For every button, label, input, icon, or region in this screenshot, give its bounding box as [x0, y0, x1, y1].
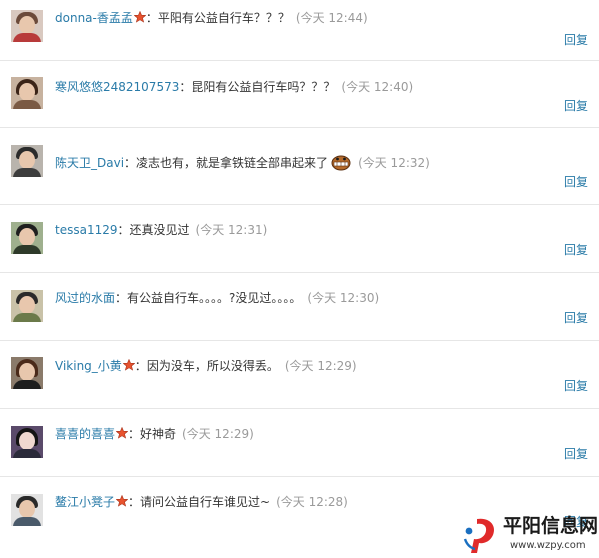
site-watermark-logo: 平阳信息网 www.wzpy.com	[463, 513, 599, 557]
username-link[interactable]: tessa1129	[55, 223, 117, 237]
comment-item: Viking_小黄 ：因为没车，所以没得丢。 (今天 12:29) 回复	[0, 341, 599, 409]
comment-item: 喜喜的喜喜 ：好神奇 (今天 12:29) 回复	[0, 409, 599, 477]
comment-time: (今天 12:29)	[182, 427, 254, 441]
username-link[interactable]: 陈天卫_Davi	[55, 156, 124, 170]
comment-text: 平阳有公益自行车？？？	[157, 11, 290, 25]
comment-item: tessa1129：还真没见过 (今天 12:31) 回复	[0, 205, 599, 273]
avatar[interactable]	[11, 494, 43, 526]
comment-text: 有公益自行车。。。。?没见过。。。。	[127, 291, 302, 305]
comment-text: 还真没见过	[129, 223, 190, 237]
comment-time: (今天 12:40)	[341, 80, 414, 94]
username-link[interactable]: 鳌江小凳子	[55, 495, 115, 509]
comment-text: 好神奇	[140, 427, 177, 441]
comment-time: (今天 12:30)	[307, 291, 380, 305]
comment-time: (今天 12:32)	[358, 156, 430, 170]
star-badge-icon	[122, 359, 135, 371]
avatar[interactable]	[11, 222, 43, 254]
comment-item: 风过的水面：有公益自行车。。。。?没见过。。。。 (今天 12:30) 回复	[0, 273, 599, 341]
avatar[interactable]	[11, 426, 43, 458]
reply-link[interactable]: 回复	[564, 98, 588, 114]
comment-time: (今天 12:29)	[284, 359, 357, 373]
site-url: www.wzpy.com	[510, 540, 586, 551]
avatar[interactable]	[11, 77, 43, 109]
reply-link[interactable]: 回复	[564, 32, 588, 48]
star-badge-icon	[116, 427, 129, 439]
reply-link[interactable]: 回复	[564, 378, 588, 394]
username-link[interactable]: Viking_小黄	[55, 359, 122, 373]
comment-text: 请问公益自行车谁见过~	[140, 495, 271, 509]
site-logo-icon	[463, 518, 495, 553]
star-badge-icon	[133, 11, 146, 23]
avatar[interactable]	[11, 357, 43, 389]
reply-link[interactable]: 回复	[564, 174, 588, 190]
reply-link[interactable]: 回复	[564, 242, 588, 258]
emoticon-icon	[331, 155, 351, 171]
reply-link[interactable]: 回复	[564, 446, 588, 462]
avatar[interactable]	[11, 10, 43, 42]
avatar[interactable]	[11, 145, 43, 177]
comment-time: (今天 12:31)	[195, 223, 268, 237]
username-link[interactable]: donna-香孟孟	[55, 11, 133, 25]
comment-time: (今天 12:44)	[295, 11, 368, 25]
site-brand-name: 平阳信息网	[503, 515, 599, 537]
comment-item: donna-香孟孟 ：平阳有公益自行车？？？ (今天 12:44) 回复	[0, 0, 599, 61]
username-link[interactable]: 喜喜的喜喜	[55, 427, 115, 441]
comment-text: 因为没车，所以没得丢。	[146, 359, 279, 373]
comment-item: 寒风悠悠2482107573：昆阳有公益自行车吗？？？ (今天 12:40) 回复	[0, 61, 599, 128]
reply-link[interactable]: 回复	[564, 310, 588, 326]
avatar[interactable]	[11, 290, 43, 322]
comment-time: (今天 12:28)	[276, 495, 348, 509]
star-badge-icon	[116, 495, 129, 507]
comment-text: 凌志也有，就是拿铁链全部串起来了	[136, 156, 329, 170]
username-link[interactable]: 寒风悠悠2482107573	[55, 80, 179, 94]
comment-item: 陈天卫_Davi：凌志也有，就是拿铁链全部串起来了 (今天 12:32) 回复	[0, 128, 599, 205]
comment-text: 昆阳有公益自行车吗？？？	[191, 80, 336, 94]
username-link[interactable]: 风过的水面	[55, 291, 115, 305]
